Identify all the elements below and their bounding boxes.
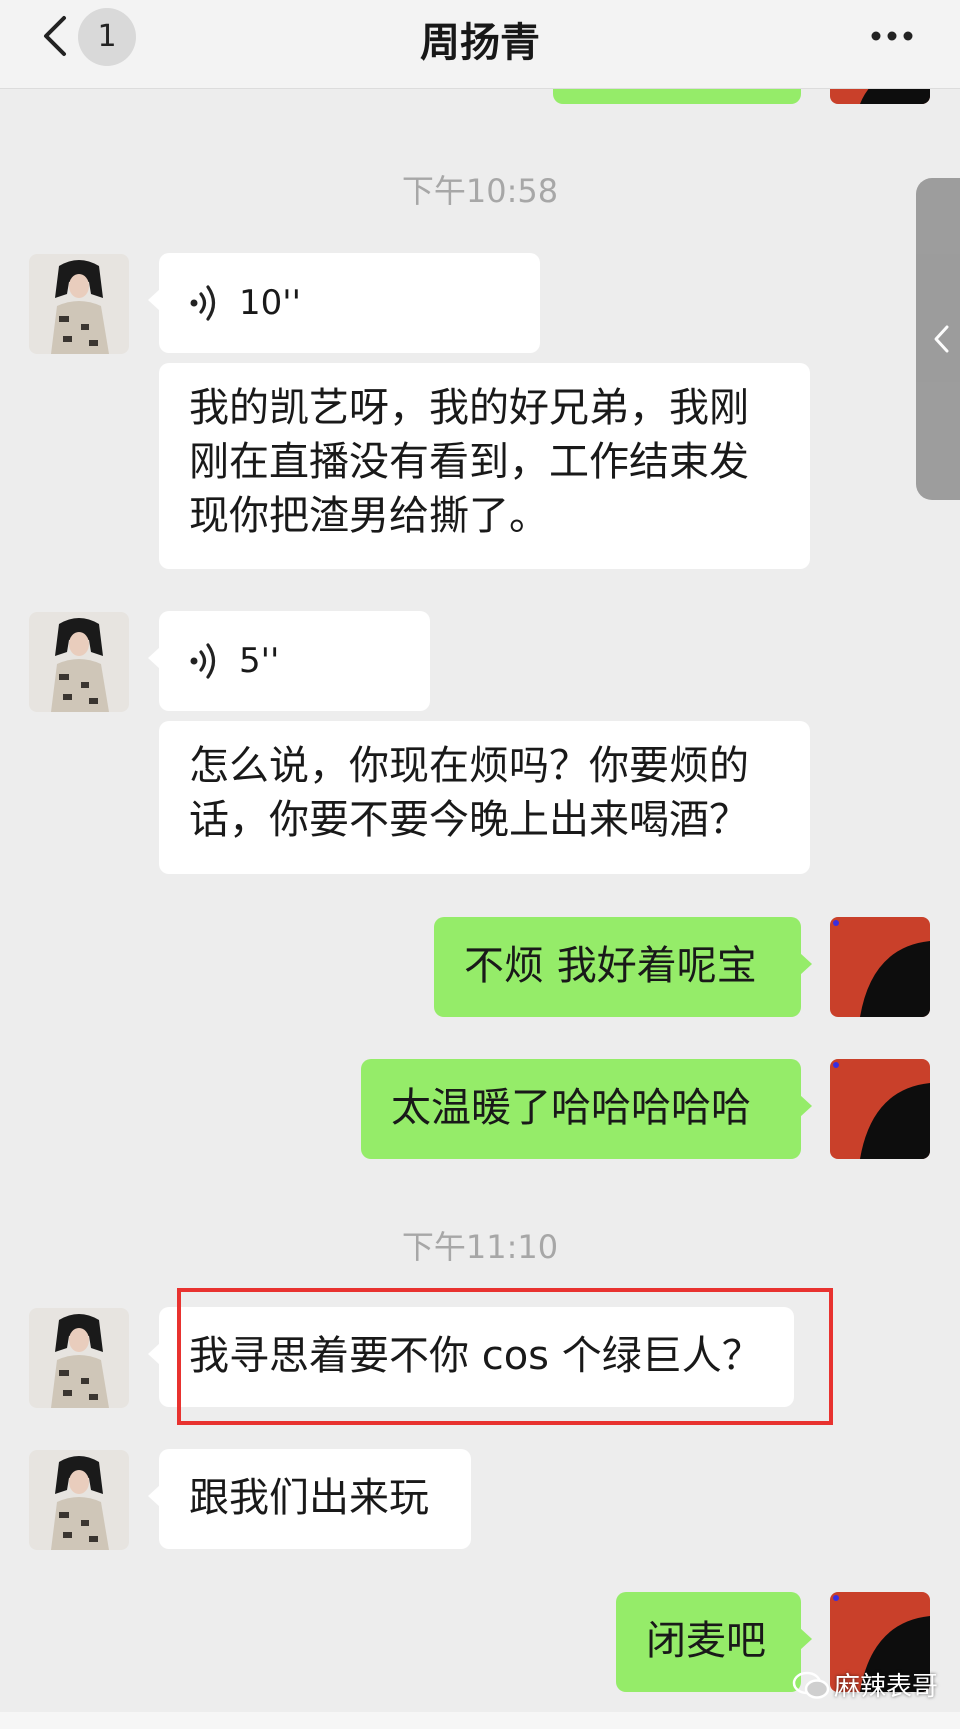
outgoing-message-bubble[interactable]: 不烦 我好着呢宝 (434, 917, 812, 1017)
bubble-tail (800, 953, 812, 975)
voice-duration: 5'' (239, 641, 280, 681)
wechat-logo-icon (792, 1671, 830, 1699)
message-text: 不烦 我好着呢宝 (464, 943, 757, 989)
contact-avatar[interactable] (29, 1308, 129, 1408)
message-text: 怎么说，你现在烦吗？你要烦的话，你要不要今晚上出来喝酒？ (189, 743, 749, 843)
chevron-left-icon (934, 325, 949, 353)
my-avatar[interactable] (830, 1059, 930, 1159)
side-panel-handle[interactable] (916, 178, 960, 500)
chat-header: 1 周扬青 (0, 0, 960, 89)
bottom-bar (0, 1712, 960, 1729)
bubble-tail (148, 1343, 160, 1365)
chat-title: 周扬青 (420, 20, 540, 66)
voice-wave-icon (190, 285, 216, 321)
bubble-tail (800, 1628, 812, 1650)
bubble-tail (148, 647, 160, 669)
my-avatar[interactable] (830, 917, 930, 1017)
contact-avatar[interactable] (29, 612, 129, 712)
bubble-tail (148, 289, 160, 311)
watermark-text: 麻辣表哥 (834, 1672, 939, 1702)
message-text: 我的凯艺呀，我的好兄弟，我刚刚在直播没有看到，工作结束发现你把渣男给撕了。 (189, 385, 749, 539)
voice-duration: 10'' (239, 283, 301, 323)
voice-wave-icon (190, 643, 216, 679)
more-icon[interactable] (868, 26, 916, 46)
message-bubble[interactable]: 我的凯艺呀，我的好兄弟，我刚刚在直播没有看到，工作结束发现你把渣男给撕了。 (159, 363, 810, 569)
timestamp: 下午10:58 (401, 172, 559, 210)
bubble-tail (800, 1095, 812, 1117)
contact-avatar[interactable] (29, 1450, 129, 1550)
message-text: 跟我们出来玩 (189, 1475, 429, 1521)
message-bubble[interactable]: 怎么说，你现在烦吗？你要烦的话，你要不要今晚上出来喝酒？ (159, 721, 810, 874)
message-text: 闭麦吧 (646, 1618, 766, 1664)
voice-message-bubble[interactable]: 5'' (148, 611, 430, 711)
bubble-tail (148, 1485, 160, 1507)
outgoing-message-bubble[interactable]: 太温暖了哈哈哈哈哈 (361, 1059, 812, 1159)
message-bubble[interactable]: 跟我们出来玩 (148, 1449, 471, 1549)
message-text: 太温暖了哈哈哈哈哈 (391, 1085, 751, 1131)
voice-message-bubble[interactable]: 10'' (148, 253, 540, 353)
outgoing-message-bubble[interactable]: 闭麦吧 (616, 1592, 812, 1692)
timestamp: 下午11:10 (401, 1228, 559, 1266)
contact-avatar[interactable] (29, 254, 129, 354)
highlight-annotation-box (177, 1288, 833, 1425)
